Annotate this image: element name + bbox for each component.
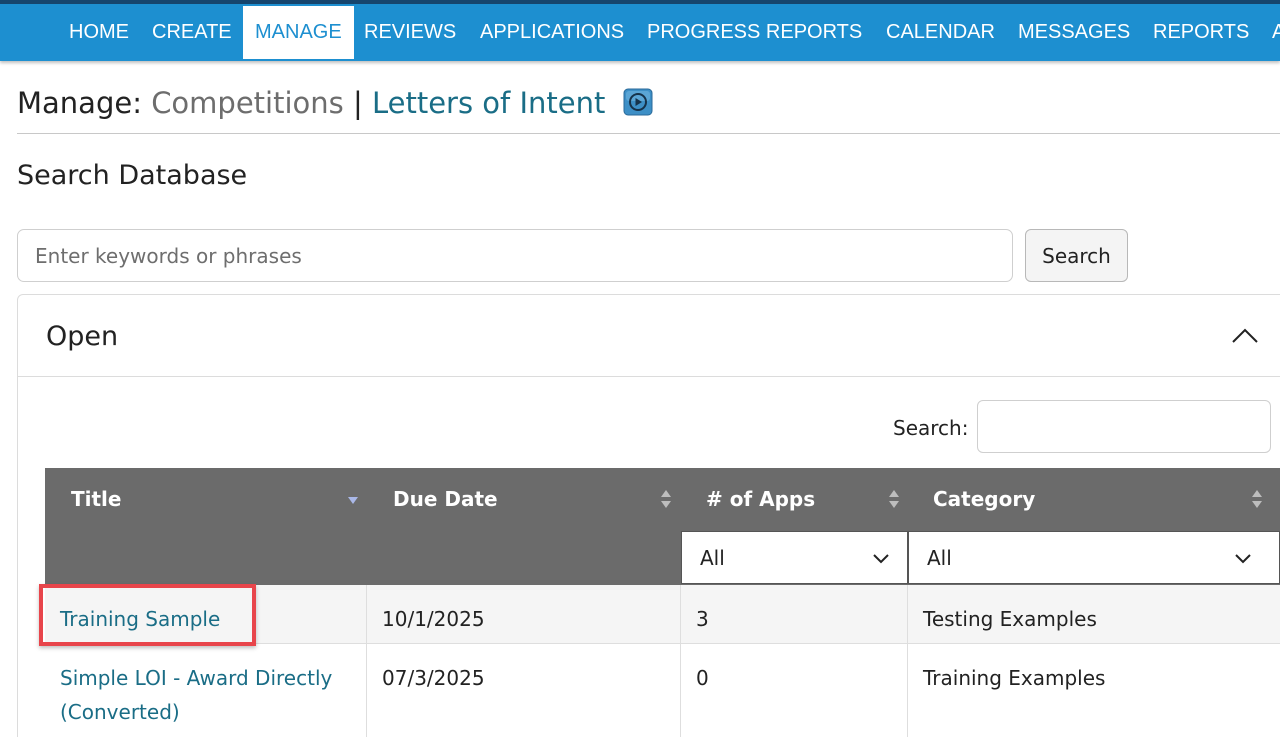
table-row: Training Sample 10/1/2025 3 Testing Exam… bbox=[45, 585, 1280, 644]
category-value: Testing Examples bbox=[923, 607, 1097, 631]
sort-icon[interactable] bbox=[888, 488, 900, 510]
table-search-label: Search: bbox=[893, 416, 969, 440]
table-search-input[interactable] bbox=[977, 400, 1271, 453]
nav-reports[interactable]: REPORTS bbox=[1153, 6, 1249, 59]
column-header-category[interactable]: Category bbox=[933, 468, 1035, 530]
sort-icon[interactable] bbox=[660, 488, 672, 510]
category-filter-select[interactable]: All bbox=[908, 531, 1280, 584]
apps-filter-select[interactable]: All bbox=[681, 531, 908, 584]
title-cell: Training Sample bbox=[45, 585, 367, 643]
category-cell: Training Examples bbox=[908, 644, 1280, 737]
search-button[interactable]: Search bbox=[1025, 229, 1128, 282]
nav-overflow-item[interactable]: A bbox=[1272, 6, 1280, 59]
category-cell: Testing Examples bbox=[908, 585, 1280, 643]
due-date-cell: 10/1/2025 bbox=[367, 585, 681, 643]
nav-reviews[interactable]: REVIEWS bbox=[364, 6, 456, 59]
column-header-title[interactable]: Title bbox=[71, 468, 121, 530]
apps-value: 3 bbox=[696, 607, 709, 631]
column-header-apps[interactable]: # of Apps bbox=[706, 468, 815, 530]
nav-messages[interactable]: MESSAGES bbox=[1018, 6, 1130, 59]
top-nav: HOME CREATE MANAGE REVIEWS APPLICATIONS … bbox=[0, 0, 1280, 61]
manage-label: Manage: bbox=[17, 86, 142, 120]
play-video-icon[interactable] bbox=[623, 88, 653, 116]
simple-loi-link[interactable]: Simple LOI - Award Directly (Converted) bbox=[60, 661, 332, 729]
table-row: Simple LOI - Award Directly (Converted) … bbox=[45, 644, 1280, 737]
column-filter-row: All All bbox=[45, 530, 1280, 585]
nav-manage[interactable]: MANAGE bbox=[243, 6, 354, 59]
table-header: Title Due Date # of Apps Category bbox=[45, 468, 1280, 530]
simple-loi-link-line2: (Converted) bbox=[60, 700, 180, 724]
apps-cell: 3 bbox=[681, 585, 908, 643]
nav-progress-reports[interactable]: PROGRESS REPORTS bbox=[647, 6, 862, 59]
open-panel-title: Open bbox=[46, 321, 119, 352]
apps-cell: 0 bbox=[681, 644, 908, 737]
apps-filter-value: All bbox=[700, 546, 725, 570]
nav-calendar[interactable]: CALENDAR bbox=[886, 6, 995, 59]
competitions-current: Competitions bbox=[151, 86, 344, 120]
nav-create[interactable]: CREATE bbox=[152, 6, 232, 59]
heading-divider bbox=[17, 133, 1280, 134]
category-value: Training Examples bbox=[923, 666, 1106, 690]
due-date-value: 10/1/2025 bbox=[382, 607, 485, 631]
simple-loi-link-line1: Simple LOI - Award Directly bbox=[60, 666, 333, 690]
nav-applications[interactable]: APPLICATIONS bbox=[480, 6, 624, 59]
sort-desc-icon[interactable] bbox=[347, 488, 359, 510]
apps-value: 0 bbox=[696, 666, 709, 690]
letters-of-intent-link[interactable]: Letters of Intent bbox=[372, 86, 605, 120]
search-database-title: Search Database bbox=[17, 160, 248, 191]
chevron-up-icon[interactable] bbox=[1230, 325, 1260, 347]
sort-icon[interactable] bbox=[1251, 488, 1263, 510]
title-cell: Simple LOI - Award Directly (Converted) bbox=[45, 644, 367, 737]
heading-separator: | bbox=[352, 86, 363, 120]
due-date-cell: 07/3/2025 bbox=[367, 644, 681, 737]
keyword-search-input[interactable] bbox=[17, 229, 1013, 282]
chevron-down-icon bbox=[873, 554, 889, 564]
nav-home[interactable]: HOME bbox=[69, 6, 129, 59]
column-header-due-date[interactable]: Due Date bbox=[393, 468, 498, 530]
due-date-value: 07/3/2025 bbox=[382, 666, 485, 690]
open-panel-header[interactable]: Open bbox=[18, 295, 1280, 377]
category-filter-value: All bbox=[927, 546, 952, 570]
training-sample-link[interactable]: Training Sample bbox=[60, 602, 220, 636]
chevron-down-icon bbox=[1235, 554, 1251, 564]
page-title: Manage: Competitions | Letters of Intent bbox=[17, 86, 653, 120]
